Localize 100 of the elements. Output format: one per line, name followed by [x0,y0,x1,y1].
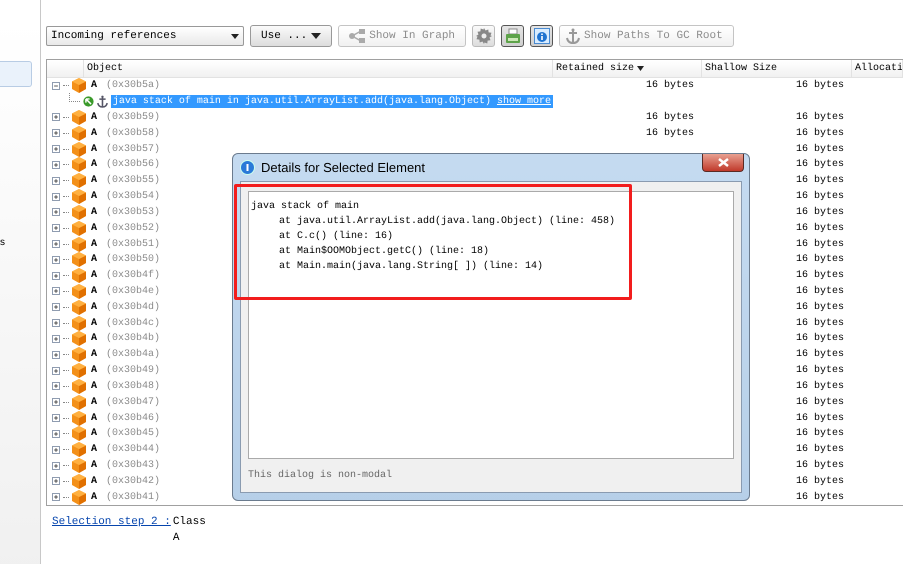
stack-header: java stack of main [251,200,360,214]
object-address: (0x30b52) [106,222,160,234]
object-name: A [91,365,98,376]
expand-icon[interactable] [52,240,60,248]
shallow-size: 16 bytes [796,444,844,456]
object-address: (0x30b51) [106,238,160,250]
cube-icon [72,204,86,220]
object-address: (0x30b55) [106,175,160,186]
dialog-title: Details for Selected Element [261,160,426,175]
object-name: A [91,222,98,234]
object-name: A [91,380,98,392]
cube-icon [72,394,86,410]
expand-icon[interactable] [52,176,60,185]
expand-icon[interactable] [52,129,60,138]
object-name: A [91,206,98,218]
expand-icon[interactable] [52,224,60,232]
object-address: (0x30b44) [106,444,160,456]
shallow-size: 16 bytes [796,112,844,123]
expand-icon[interactable] [52,256,60,264]
settings-icon [476,28,492,44]
expand-icon[interactable] [52,414,60,422]
object-name: A [91,112,98,123]
sort-icon [637,66,644,71]
cube-icon [72,126,86,141]
expand-icon[interactable] [52,366,60,375]
cube-icon [72,474,86,489]
stack-frame: at Main.main(java.lang.String[ ]) (line: 14) [251,259,731,274]
toolbar-button[interactable] [472,25,496,47]
object-name: A [91,302,98,313]
column-header[interactable]: Object [84,60,553,77]
shallow-size: 16 bytes [796,175,844,186]
expand-icon[interactable] [52,319,60,328]
object-name: A [91,128,98,139]
object-name: A [91,396,98,408]
details-text-area[interactable]: java stack of main at java.util.ArrayList.add(java.lang.Object) (line: 458) at C.c() (line: 16) at Main$OOMObject.getC() (line: 18) at Main.main(java.lang.String[ ]) (line: 14) [248,191,734,459]
expand-icon[interactable] [52,145,60,154]
shallow-size: 16 bytes [796,191,844,202]
cube-icon [72,157,86,172]
object-name: A [91,159,98,170]
object-address: (0x30b46) [106,412,160,424]
shallow-size: 16 bytes [796,428,844,440]
expand-icon[interactable] [52,477,60,486]
object-name: A [91,428,98,440]
shallow-size: 16 bytes [796,412,844,424]
object-address: (0x30b4c) [106,318,160,329]
object-name: A [91,191,98,202]
stack-frame: at java.util.ArrayList.add(java.lang.Object) (line: 458) [251,214,731,229]
expand-icon[interactable] [52,382,60,390]
cube-icon [72,490,86,505]
printer-icon [504,28,521,44]
column-header[interactable]: Retained size [553,60,702,77]
collapse-icon[interactable] [52,82,60,90]
shallow-size: 16 bytes [796,492,844,503]
view-dropdown[interactable]: Incoming references [46,26,244,46]
close-button[interactable] [702,154,744,172]
object-address: (0x30b50) [106,254,160,266]
shallow-size: 16 bytes [796,349,844,360]
cube-icon [72,173,86,188]
object-name: A [91,144,98,155]
object-address: (0x30b5a) [106,80,160,92]
cube-icon [72,284,86,299]
selection-step-link[interactable]: Selection step 2 : [52,516,171,528]
object-name: A [91,270,98,282]
expand-icon[interactable] [52,160,60,169]
shallow-size: 16 bytes [796,333,844,344]
expand-icon[interactable] [52,350,60,359]
cube-icon [72,236,86,252]
expand-icon[interactable] [52,113,60,122]
expand-icon[interactable] [52,287,60,296]
expand-icon[interactable] [52,272,60,280]
shallow-size: 16 bytes [796,380,844,392]
caret-icon [311,33,322,39]
expand-icon[interactable] [52,398,60,406]
toolbar-button[interactable] [530,25,554,47]
retained-size: 16 bytes [646,80,694,92]
object-name: A [91,318,98,329]
expand-icon[interactable] [52,192,60,201]
selection-label: Class [172,516,207,528]
dialog-note: This dialog is non-modal [248,470,392,481]
shallow-size: 16 bytes [796,286,844,297]
expand-icon[interactable] [52,208,60,216]
expand-icon[interactable] [52,430,60,438]
object-name: A [91,460,98,472]
retained-size: 16 bytes [646,112,694,123]
object-address: (0x30b56) [106,159,160,170]
object-address: (0x30b59) [106,112,160,123]
object-address: (0x30b4f) [106,270,160,282]
expand-icon[interactable] [52,334,60,343]
expand-icon[interactable] [52,493,60,502]
expand-icon[interactable] [52,303,60,312]
expand-icon[interactable] [52,446,60,454]
object-name: A [91,492,98,503]
expand-icon[interactable] [52,462,60,470]
cube-icon [72,410,86,426]
toolbar-button[interactable] [501,25,524,47]
shallow-size: 16 bytes [796,318,844,329]
object-address: (0x30b43) [106,460,160,472]
cube-icon [72,300,86,315]
column-header[interactable]: Shallow Size [702,60,852,77]
use-button[interactable]: Use ... [250,25,332,47]
